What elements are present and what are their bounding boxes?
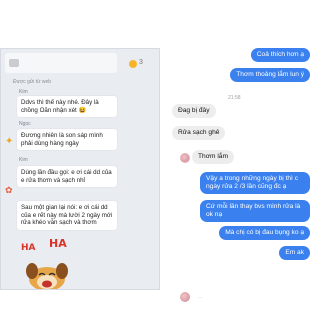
contact-avatar (180, 153, 190, 163)
message-bubble: Đương nhiên là son sáp mình phải dùng hà… (17, 129, 117, 151)
message-bubble: Dùng lần đầu gọi: e ơi cái dd của e rửa … (17, 166, 117, 188)
sticker-text: HA (21, 243, 36, 253)
sent-from-web-label: Được gửi từ web (13, 79, 52, 85)
contact-avatar (180, 292, 190, 302)
star-sticker-icon: ✦ (5, 136, 14, 147)
zalo-chat-panel: 3 Được gửi từ web Kim Ddvs thì thế này n… (0, 48, 160, 290)
chat-header-bar (5, 53, 117, 73)
message-bubble: Ddvs thì thế này nhé. Đây là chồng Oăn n… (17, 96, 117, 118)
outgoing-message: Vậy a trong những ngày bị thì c ngày rửa… (200, 172, 310, 194)
flower-sticker-icon: ✿ (5, 185, 13, 195)
message-timestamp: 21:58 (228, 95, 241, 101)
emoji-icon (129, 60, 137, 68)
screenshot-collage: 3 Được gửi từ web Kim Ddvs thì thế này n… (0, 0, 320, 320)
sender-name: Kim (19, 157, 28, 163)
outgoing-message: Coả thích hơn ạ (250, 48, 310, 62)
outgoing-message: Cứ mỗi lần thay bvs mình rửa là ok nạ (200, 200, 310, 222)
outgoing-message: Em ak (279, 246, 310, 260)
sender-name: Ngọc (19, 121, 31, 127)
chat-icon (9, 59, 19, 67)
typing-indicator: ... (198, 294, 203, 300)
sticker-text: HA (49, 237, 67, 250)
laughing-dog-sticker-icon (26, 263, 68, 289)
incoming-message: Đag bị đây (172, 104, 216, 118)
incoming-message: Thơm lắm (192, 150, 234, 164)
outgoing-message: Thơm thoảng lắm lun ý (230, 68, 310, 82)
sender-name: Kim (19, 89, 28, 95)
message-bubble: Sau một gian lại nói: e ơi cái dd của e … (17, 201, 117, 230)
reaction-counter: 3 (139, 59, 143, 66)
messenger-chat-panel: Coả thích hơn ạ Thơm thoảng lắm lun ý 21… (162, 40, 320, 320)
incoming-message: Rửa sạch ghê (172, 126, 226, 140)
outgoing-message: Mà chị có bị đau bụng ko ạ (219, 226, 310, 240)
